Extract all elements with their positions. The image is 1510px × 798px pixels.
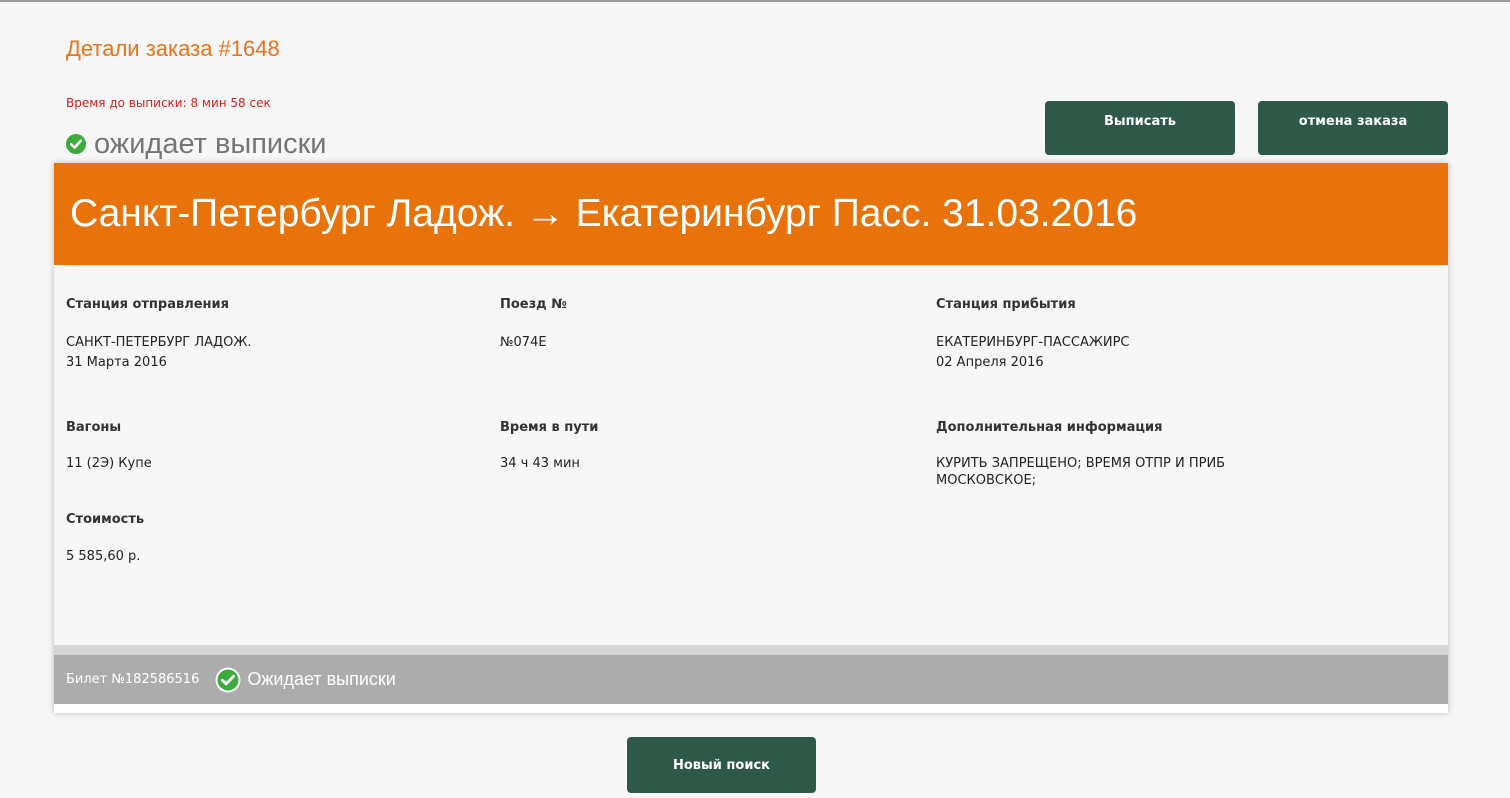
route-title: Санкт-Петербург Ладож. → Екатеринбург Па…	[70, 192, 1138, 235]
cars-label: Вагоны	[66, 420, 122, 435]
cars-value: 11 (2Э) Купе	[66, 456, 152, 471]
check-circle-icon	[215, 667, 241, 692]
order-status-text: ожидает выписки	[94, 128, 327, 160]
arrival-station-label: Станция прибытия	[936, 297, 1076, 312]
extra-info-line2: МОСКОВСКОЕ;	[936, 473, 1037, 488]
price-label: Стоимость	[66, 512, 145, 527]
trip-details: Станция отправления САНКТ-ПЕТЕРБУРГ ЛАДО…	[54, 265, 1448, 645]
order-title: Детали заказа #1648	[66, 36, 280, 61]
arrival-station-value: ЕКАТЕРИНБУРГ-ПАССАЖИРС	[936, 335, 1130, 350]
issue-ticket-button[interactable]: Выписать	[1045, 101, 1235, 155]
check-circle-icon	[66, 134, 86, 154]
departure-station-value: САНКТ-ПЕТЕРБУРГ ЛАДОЖ.	[66, 335, 252, 350]
travel-time-value: 34 ч 43 мин	[500, 456, 580, 471]
route-header: Санкт-Петербург Ладож. → Екатеринбург Па…	[54, 163, 1448, 265]
departure-date: 31 Марта 2016	[66, 355, 167, 370]
ticket-row: Билет №182586516 Ожидает выписки	[54, 655, 1448, 704]
train-number-value: №074Е	[500, 335, 547, 350]
top-divider	[0, 0, 1510, 2]
new-search-button[interactable]: Новый поиск	[627, 737, 816, 793]
price-value: 5 585,60 р.	[66, 549, 141, 564]
train-number-label: Поезд №	[500, 297, 567, 312]
ticket-status-text: Ожидает выписки	[247, 669, 396, 689]
order-status: ожидает выписки	[66, 127, 327, 161]
extra-info-label: Дополнительная информация	[936, 420, 1163, 435]
details-separator	[54, 645, 1448, 655]
arrival-date: 02 Апреля 2016	[936, 355, 1044, 370]
ticket-number: Билет №182586516	[66, 672, 200, 687]
issue-timer: Время до выписки: 8 мин 58 сек	[66, 96, 271, 110]
travel-time-label: Время в пути	[500, 420, 599, 435]
order-card: Санкт-Петербург Ладож. → Екатеринбург Па…	[54, 163, 1448, 713]
departure-station-label: Станция отправления	[66, 297, 229, 312]
cancel-order-button[interactable]: отмена заказа	[1258, 101, 1448, 155]
